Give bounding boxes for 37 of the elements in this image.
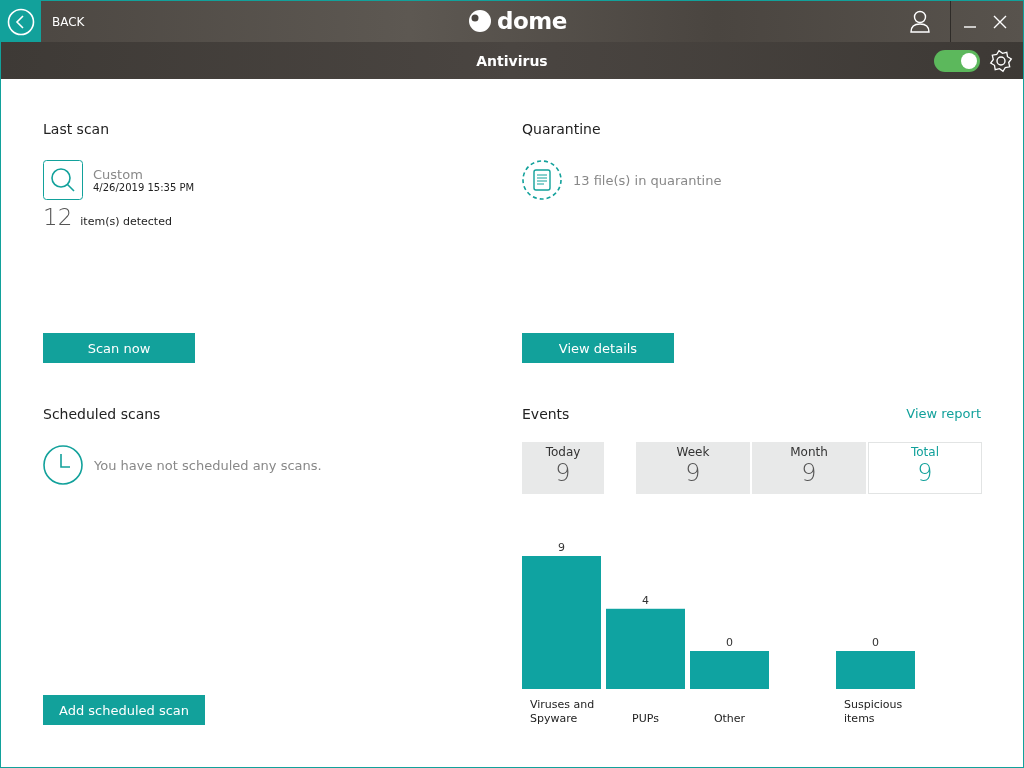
close-icon[interactable] (993, 14, 1007, 29)
logo-text: dome (497, 9, 567, 33)
period-tab[interactable]: Month 9 (752, 442, 866, 494)
back-link[interactable]: BACK (52, 14, 85, 29)
scan-date: 4/26/2019 15:35 PM (93, 182, 195, 193)
scan-type: Custom (93, 167, 144, 182)
section-heading: Last scan (43, 121, 110, 139)
user-icon[interactable] (909, 9, 931, 34)
empty-schedule-message: You have not scheduled any scans. (94, 457, 322, 473)
scan-now-button[interactable]: Scan now (43, 333, 195, 363)
section-heading: Quarantine (522, 121, 601, 139)
bar-value-label: 0 (872, 636, 879, 649)
quarantine-status: 13 file(s) in quarantine (573, 172, 722, 188)
detected-label: item(s) detected (80, 215, 172, 228)
view-report-link[interactable]: View report (906, 406, 981, 421)
section-heading: Events (522, 406, 570, 424)
category-label: Other (713, 712, 746, 724)
category-label: PUPs (632, 712, 659, 724)
bar-value-label: 4 (642, 593, 649, 607)
logo-icon (467, 9, 493, 33)
clock-icon (43, 445, 83, 485)
bar-value-label: 9 (558, 541, 565, 554)
period-tab[interactable]: Today 9 (522, 442, 604, 494)
section-heading: Scheduled scans (43, 406, 161, 424)
toggle-switch[interactable] (934, 50, 980, 72)
period-tab[interactable]: Week 9 (636, 442, 750, 494)
settings-icon[interactable] (989, 49, 1013, 73)
page-title: Antivirus (476, 52, 548, 69)
period-tab[interactable]: Total 9 (868, 442, 982, 494)
view-details-button[interactable]: View details (522, 333, 674, 363)
detected-count: 12 (43, 204, 73, 230)
search-icon (43, 160, 83, 200)
add-scheduled-scan-button[interactable]: Add scheduled scan (43, 695, 206, 725)
category-label: Viruses and Spyware (530, 698, 595, 724)
document-icon (522, 160, 562, 200)
bar-value-label: 0 (726, 636, 733, 649)
category-label: Suspicious items (844, 698, 903, 724)
